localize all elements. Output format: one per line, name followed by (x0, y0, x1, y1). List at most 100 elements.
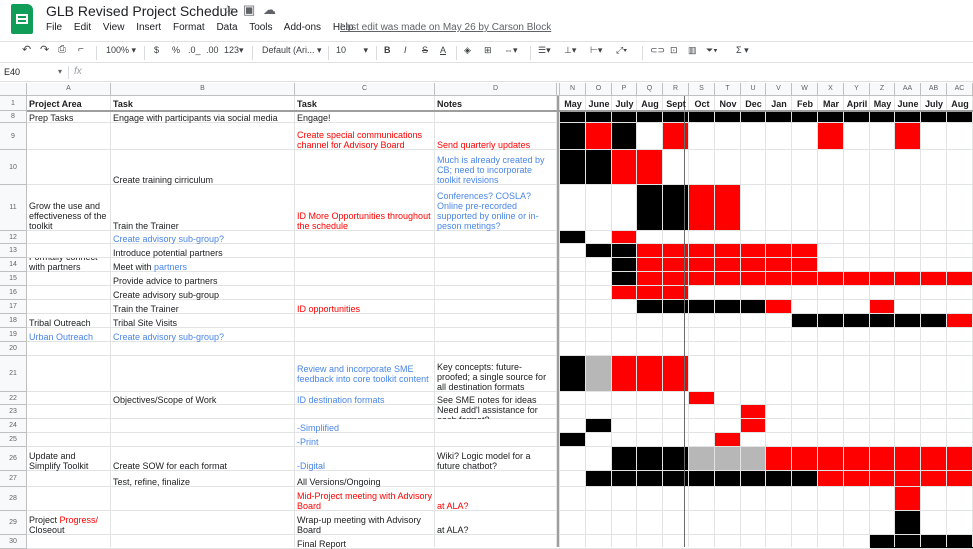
cell-notes[interactable] (435, 300, 557, 314)
cell-task[interactable] (111, 123, 295, 150)
column-header[interactable]: W (792, 83, 818, 96)
cell-task[interactable]: Meet with partners (111, 258, 295, 272)
row-header[interactable]: 12 (0, 231, 27, 244)
row-header[interactable]: 16 (0, 286, 27, 300)
column-header[interactable]: U (741, 83, 766, 96)
cell-task[interactable]: Introduce potential partners (111, 244, 295, 258)
cell-task[interactable]: Engage with participants via social medi… (111, 111, 295, 123)
row-header[interactable]: 15 (0, 272, 27, 286)
column-header[interactable]: AC (947, 83, 973, 96)
month-header[interactable]: May (870, 97, 895, 111)
cell-subtask[interactable] (295, 314, 435, 328)
row-header[interactable]: 27 (0, 471, 27, 487)
cell-notes[interactable] (435, 272, 557, 286)
cell-task[interactable]: Test, refine, finalize (111, 471, 295, 487)
row-header[interactable]: 21 (0, 356, 27, 392)
cell-task[interactable]: Provide advice to partners (111, 272, 295, 286)
cell-task[interactable] (111, 356, 295, 392)
column-header[interactable]: A (27, 83, 111, 96)
month-header[interactable]: Jan (766, 97, 792, 111)
cell-notes[interactable]: Send quarterly updates (435, 123, 557, 150)
cell-project-area[interactable] (27, 405, 111, 419)
cell-subtask[interactable]: -Digital (295, 447, 435, 471)
cell-notes[interactable] (435, 231, 557, 244)
row-header[interactable]: 8 (0, 111, 27, 123)
column-header[interactable]: D (435, 83, 557, 96)
cell-notes[interactable]: See SME notes for ideas (435, 392, 557, 405)
row-header[interactable]: 20 (0, 342, 27, 356)
cell-notes[interactable]: at ALA? (435, 511, 557, 535)
row-header[interactable]: 19 (0, 328, 27, 342)
cell-task[interactable] (111, 511, 295, 535)
cell-task[interactable]: Create advisory sub-group (111, 286, 295, 300)
cell-project-area[interactable]: Update and Simplify Toolkit (27, 447, 111, 471)
cell-notes[interactable] (435, 419, 557, 433)
row-header[interactable]: 9 (0, 123, 27, 150)
header-cell-d[interactable]: Notes (435, 96, 557, 111)
cell-project-area[interactable]: Grow the use and effectiveness of the to… (27, 185, 111, 231)
month-header[interactable]: Sept (663, 97, 689, 111)
month-header[interactable]: Aug (637, 97, 663, 111)
month-header[interactable]: Oct (689, 97, 715, 111)
cell-notes[interactable]: Key concepts: future-proofed; a single s… (435, 356, 557, 392)
cell-project-area[interactable] (27, 433, 111, 447)
cell-notes[interactable]: at ALA? (435, 487, 557, 511)
row-header[interactable]: 18 (0, 314, 27, 328)
cell-subtask[interactable] (295, 258, 435, 272)
row-header[interactable]: 23 (0, 405, 27, 419)
month-header[interactable]: Dec (741, 97, 766, 111)
column-header[interactable]: P (612, 83, 637, 96)
header-cell-b[interactable]: Task (111, 96, 295, 111)
cell-notes[interactable] (435, 286, 557, 300)
cell-subtask[interactable] (295, 328, 435, 342)
column-header[interactable]: Z (870, 83, 895, 96)
cell-project-area[interactable]: Urban Outreach (27, 328, 111, 342)
cell-project-area[interactable] (27, 342, 111, 356)
cell-project-area[interactable] (27, 392, 111, 405)
column-header[interactable]: AA (895, 83, 921, 96)
column-header[interactable]: C (295, 83, 435, 96)
month-header[interactable]: April (844, 97, 870, 111)
row-header[interactable]: 22 (0, 392, 27, 405)
cell-task[interactable] (111, 405, 295, 419)
cell-task[interactable] (111, 433, 295, 447)
month-header[interactable]: Feb (792, 97, 818, 111)
column-header[interactable]: R (663, 83, 689, 96)
cell-task[interactable]: Create advisory sub-group? (111, 328, 295, 342)
row-header[interactable]: 14 (0, 258, 27, 272)
column-header[interactable]: Q (637, 83, 663, 96)
cell-task[interactable]: Tribal Site Visits (111, 314, 295, 328)
cell-subtask[interactable]: Review and incorporate SME feedback into… (295, 356, 435, 392)
cell-subtask[interactable]: ID More Opportunities throughout the sch… (295, 185, 435, 231)
row-header[interactable]: 25 (0, 433, 27, 447)
cell-subtask[interactable] (295, 405, 435, 419)
cell-notes[interactable]: Much is already created by CB; need to i… (435, 150, 557, 185)
cell-task[interactable]: Create advisory sub-group? (111, 231, 295, 244)
cell-notes[interactable] (435, 433, 557, 447)
row-header[interactable]: 10 (0, 150, 27, 185)
cell-subtask[interactable] (295, 150, 435, 185)
cell-task[interactable]: Objectives/Scope of Work (111, 392, 295, 405)
cell-notes[interactable] (435, 314, 557, 328)
cell-subtask[interactable]: ID opportunities (295, 300, 435, 314)
cell-subtask[interactable] (295, 272, 435, 286)
column-header[interactable]: S (689, 83, 715, 96)
cell-notes[interactable] (435, 244, 557, 258)
row-header[interactable]: 11 (0, 185, 27, 231)
cell-project-area[interactable] (27, 272, 111, 286)
cell-project-area[interactable]: Prep Tasks (27, 111, 111, 123)
column-header[interactable]: AB (921, 83, 947, 96)
cell-notes[interactable]: Wiki? Logic model for a future chatbot? (435, 447, 557, 471)
cell-notes[interactable]: Need add'l assistance for each format? (435, 405, 557, 419)
month-header[interactable]: June (895, 97, 921, 111)
cell-project-area[interactable] (27, 244, 111, 258)
cell-project-area[interactable] (27, 231, 111, 244)
cell-project-area[interactable]: Project Progress/Closeout (27, 511, 111, 535)
cell-notes[interactable] (435, 328, 557, 342)
month-header[interactable]: May (560, 97, 586, 111)
cell-project-area[interactable]: Formally connect with partners (27, 258, 111, 272)
cell-notes[interactable] (435, 111, 557, 123)
column-header[interactable]: O (586, 83, 612, 96)
header-cell-a[interactable]: Project Area (27, 96, 111, 111)
cell-subtask[interactable] (295, 231, 435, 244)
